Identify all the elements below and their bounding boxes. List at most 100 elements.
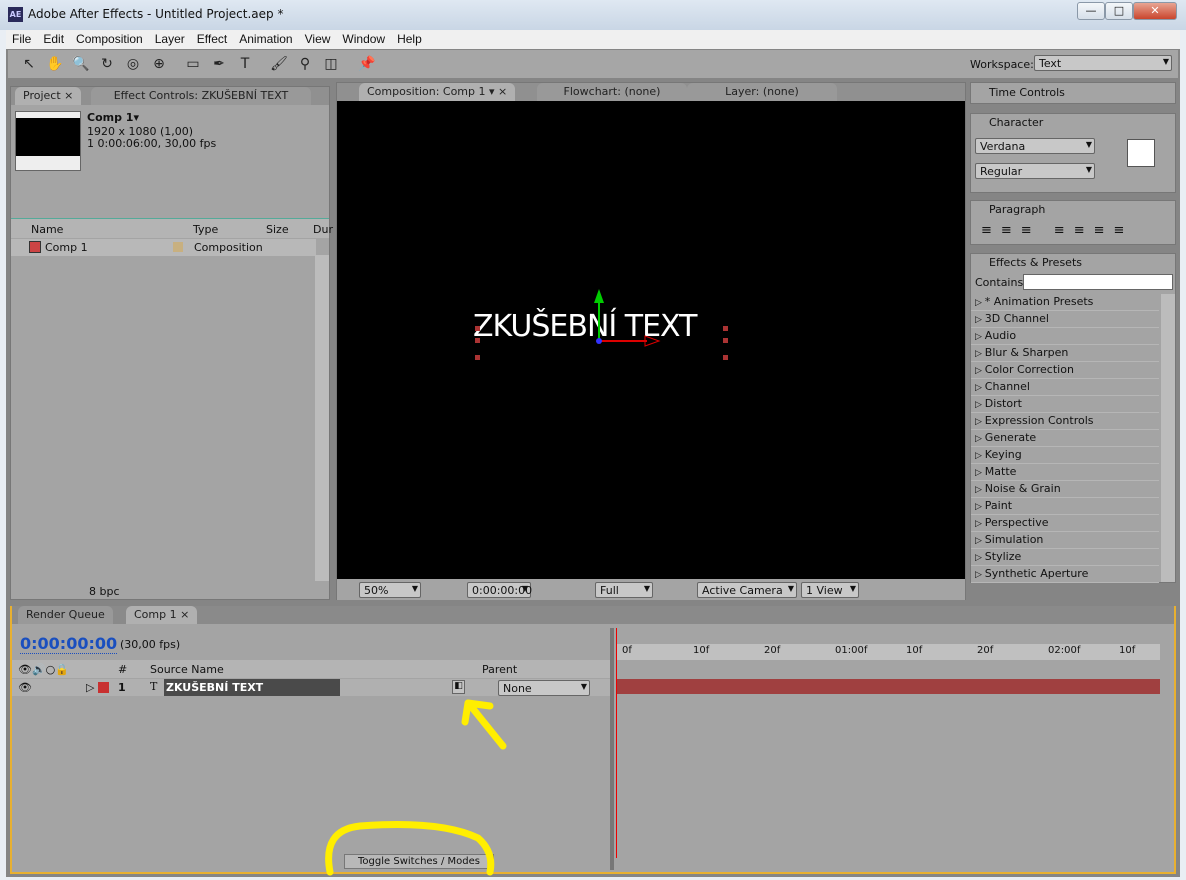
effects-category[interactable]: Generate	[971, 430, 1159, 447]
font-style-dropdown[interactable]: Regular	[975, 163, 1095, 179]
col-number: #	[118, 663, 128, 676]
effects-category[interactable]: Paint	[971, 498, 1159, 515]
tab-character[interactable]: Character	[989, 116, 1043, 129]
tab-effects-presets[interactable]: Effects & Presets	[989, 256, 1082, 269]
effects-category[interactable]: Blur & Sharpen	[971, 345, 1159, 362]
effects-category[interactable]: Matte	[971, 464, 1159, 481]
effects-category[interactable]: Synthetic Aperture	[971, 566, 1159, 583]
type-icon[interactable]: T	[234, 54, 256, 74]
pan-behind-icon[interactable]: ⊕	[148, 54, 170, 74]
col-duration[interactable]: Dur	[313, 223, 333, 236]
col-size[interactable]: Size	[266, 223, 289, 236]
fill-color-swatch[interactable]	[1127, 139, 1155, 167]
menu-help[interactable]: Help	[391, 30, 428, 46]
timeline-timecode[interactable]: 0:00:00:00	[20, 634, 118, 654]
resolution-dropdown[interactable]: Full	[595, 582, 653, 598]
label-color[interactable]	[98, 682, 109, 693]
comp-name[interactable]: Comp 1▾	[87, 111, 139, 124]
selection-icon[interactable]: ↖	[18, 54, 40, 74]
parent-dropdown[interactable]: None	[498, 680, 590, 696]
menu-view[interactable]: View	[299, 30, 337, 46]
expand-triangle-icon[interactable]: ▷	[86, 681, 94, 694]
tab-time-controls[interactable]: Time Controls	[989, 86, 1065, 99]
menu-composition[interactable]: Composition	[70, 30, 149, 46]
menu-effect[interactable]: Effect	[191, 30, 233, 46]
project-scrollbar[interactable]	[315, 255, 329, 581]
col-type[interactable]: Type	[193, 223, 218, 236]
effects-category[interactable]: Audio	[971, 328, 1159, 345]
rotate-icon[interactable]: ↻	[96, 54, 118, 74]
current-time-field[interactable]: 0:00:00:00	[467, 582, 532, 598]
text-layer-icon: T	[150, 680, 158, 693]
tab-project[interactable]: Project ×	[15, 87, 82, 105]
bpc-button[interactable]: 8 bpc	[89, 585, 120, 598]
camera-dropdown[interactable]: Active Camera	[697, 582, 797, 598]
effects-category[interactable]: * Animation Presets	[971, 294, 1159, 311]
divider	[610, 628, 614, 870]
workspace-dropdown[interactable]: Text	[1034, 55, 1172, 71]
comp-viewer[interactable]: ZKUŠEBNÍ TEXT	[337, 101, 965, 579]
close-button[interactable]: ✕	[1133, 2, 1177, 20]
menu-layer[interactable]: Layer	[149, 30, 191, 46]
effects-category[interactable]: Color Correction	[971, 362, 1159, 379]
effects-scrollbar[interactable]	[1161, 294, 1175, 582]
font-dropdown[interactable]: Verdana	[975, 138, 1095, 154]
effects-category[interactable]: 3D Channel	[971, 311, 1159, 328]
menu-window[interactable]: Window	[336, 30, 391, 46]
puppet-pin-icon[interactable]: 📌	[356, 54, 378, 74]
effects-category[interactable]: Stylize	[971, 549, 1159, 566]
3d-layer-switch[interactable]: ◧	[452, 680, 465, 694]
zoom-icon[interactable]: 🔍	[70, 54, 92, 74]
ruler-tick-label: 20f	[764, 645, 781, 656]
effects-category[interactable]: Expression Controls	[971, 413, 1159, 430]
col-source-name[interactable]: Source Name	[150, 663, 224, 676]
magnification-dropdown[interactable]: 50%	[359, 582, 421, 598]
tab-paragraph[interactable]: Paragraph	[989, 203, 1045, 216]
align-buttons[interactable]: ≡≡≡ ≡≡≡≡	[981, 223, 1133, 238]
toolbar: Workspace: Text ↖✋🔍↻◎⊕ ▭✒T 🖌⚲◫ 📌	[8, 50, 1178, 78]
eraser-icon[interactable]: ◫	[320, 54, 342, 74]
layer-row[interactable]: 👁 ▷ 1 T ZKUŠEBNÍ TEXT ◧ None	[12, 679, 610, 696]
menu-animation[interactable]: Animation	[233, 30, 298, 46]
tab-composition[interactable]: Composition: Comp 1 ▾ ×	[359, 83, 516, 101]
tab-layer[interactable]: Layer: (none)	[687, 83, 837, 101]
composition-icon	[29, 241, 41, 253]
camera-orbit-icon[interactable]: ◎	[122, 54, 144, 74]
pen-icon[interactable]: ✒	[208, 54, 230, 74]
col-name[interactable]: Name	[31, 223, 63, 236]
effects-category[interactable]: Simulation	[971, 532, 1159, 549]
effects-search-input[interactable]	[1023, 274, 1173, 290]
project-item[interactable]: Comp 1 Composition	[11, 239, 316, 256]
effects-category[interactable]: Distort	[971, 396, 1159, 413]
time-ruler[interactable]: 0f 10f 20f 01:00f 10f 20f 02:00f 10f	[616, 644, 1160, 660]
tab-effect-controls[interactable]: Effect Controls: ZKUŠEBNÍ TEXT	[91, 87, 311, 105]
tab-render-queue[interactable]: Render Queue	[18, 606, 113, 624]
current-time-indicator[interactable]	[616, 628, 617, 858]
effects-presets-panel: Effects & Presets Contains: * Animation …	[970, 253, 1176, 583]
effects-category[interactable]: Keying	[971, 447, 1159, 464]
col-parent[interactable]: Parent	[482, 663, 517, 676]
timeline-tabs: Render Queue Comp 1 ×	[12, 606, 1174, 624]
app-icon: AE	[8, 7, 23, 22]
menu-file[interactable]: File	[6, 30, 37, 46]
toggle-switches-modes-button[interactable]: Toggle Switches / Modes	[344, 854, 494, 869]
transform-gizmo[interactable]	[467, 281, 737, 361]
menu-edit[interactable]: Edit	[37, 30, 70, 46]
effects-category[interactable]: Channel	[971, 379, 1159, 396]
layer-name[interactable]: ZKUŠEBNÍ TEXT	[164, 679, 340, 696]
effects-category[interactable]: Noise & Grain	[971, 481, 1159, 498]
maximize-button[interactable]: □	[1105, 2, 1133, 20]
window-title: Adobe After Effects - Untitled Project.a…	[28, 7, 284, 21]
brush-icon[interactable]: 🖌	[268, 54, 290, 74]
tab-comp-1[interactable]: Comp 1 ×	[126, 606, 198, 624]
fps-label: (30,00 fps)	[120, 638, 181, 651]
views-dropdown[interactable]: 1 View	[801, 582, 859, 598]
effects-category[interactable]: Perspective	[971, 515, 1159, 532]
rectangle-icon[interactable]: ▭	[182, 54, 204, 74]
hand-icon[interactable]: ✋	[44, 54, 66, 74]
layer-duration-bar[interactable]	[616, 679, 1160, 694]
clone-stamp-icon[interactable]: ⚲	[294, 54, 316, 74]
tab-flowchart[interactable]: Flowchart: (none)	[537, 83, 687, 101]
minimize-button[interactable]: —	[1077, 2, 1105, 20]
visibility-icon[interactable]: 👁	[18, 681, 32, 694]
